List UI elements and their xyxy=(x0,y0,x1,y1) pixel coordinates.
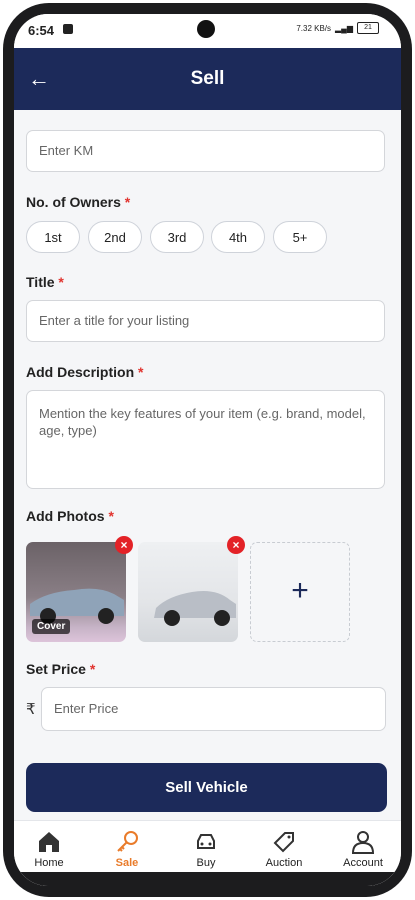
nav-item-buy[interactable]: Buy xyxy=(176,829,236,869)
km-input[interactable]: Enter KM xyxy=(26,130,385,172)
status-bar: 6:54 7.32 KB/s ▂▄▆ 21 xyxy=(14,14,401,48)
price-input[interactable]: Enter Price xyxy=(41,687,386,731)
owners-label-text: No. of Owners xyxy=(26,194,121,210)
camera-cutout xyxy=(197,20,215,38)
title-label-text: Title xyxy=(26,274,55,290)
owner-chip-3rd[interactable]: 3rd xyxy=(150,221,204,253)
required-mark: * xyxy=(124,194,131,210)
owner-chip-1st[interactable]: 1st xyxy=(26,221,80,253)
nav-item-sale[interactable]: Sale xyxy=(97,829,157,869)
description-textarea[interactable]: Mention the key features of your item (e… xyxy=(26,390,385,489)
nav-label: Account xyxy=(343,857,383,869)
price-label-text: Set Price xyxy=(26,661,86,677)
photo-thumbnail-1[interactable]: Cover xyxy=(26,542,126,642)
required-mark: * xyxy=(138,364,144,380)
nav-item-auction[interactable]: Auction xyxy=(254,829,314,869)
title-input[interactable]: Enter a title for your listing xyxy=(26,300,385,342)
add-photo-button[interactable]: + xyxy=(250,542,350,642)
owner-chip-5plus[interactable]: 5+ xyxy=(273,221,327,253)
device: 6:54 7.32 KB/s ▂▄▆ 21 ← Sell Enter KM No… xyxy=(0,0,415,900)
battery-icon: 21 xyxy=(357,22,379,34)
screen: 6:54 7.32 KB/s ▂▄▆ 21 ← Sell Enter KM No… xyxy=(14,14,401,886)
required-mark: * xyxy=(108,508,114,524)
title-label: Title * xyxy=(26,274,64,290)
car-icon xyxy=(197,834,215,849)
required-mark: * xyxy=(89,661,96,677)
status-time: 6:54 xyxy=(28,23,55,38)
nav-item-home[interactable]: Home xyxy=(19,829,79,869)
sell-vehicle-button[interactable]: Sell Vehicle xyxy=(26,763,387,812)
page-title: Sell xyxy=(190,68,225,89)
cover-badge: Cover xyxy=(32,619,71,634)
price-label: Set Price * xyxy=(26,661,95,677)
remove-photo-1-button[interactable]: × xyxy=(115,536,133,554)
system-nav-bar xyxy=(14,872,401,886)
nav-label: Home xyxy=(34,857,64,869)
nav-item-account[interactable]: Account xyxy=(333,829,393,869)
required-mark: * xyxy=(58,274,64,290)
signal-icon: ▂▄▆ xyxy=(335,23,353,33)
key-icon xyxy=(117,831,138,852)
description-label: Add Description * xyxy=(26,364,143,380)
photos-label: Add Photos * xyxy=(26,508,114,524)
car-photo-2 xyxy=(154,591,236,626)
photos-label-text: Add Photos xyxy=(26,508,105,524)
rupee-icon: ₹ xyxy=(26,701,36,718)
nav-label: Auction xyxy=(265,857,303,869)
owner-chip-4th[interactable]: 4th xyxy=(211,221,265,253)
remove-photo-2-button[interactable]: × xyxy=(227,536,245,554)
owner-chip-2nd[interactable]: 2nd xyxy=(88,221,142,253)
app-header: ← Sell xyxy=(14,48,401,110)
sell-form: Enter KM No. of Owners * 1st 2nd 3rd 4th… xyxy=(14,110,401,820)
tag-icon xyxy=(273,832,294,853)
description-label-text: Add Description xyxy=(26,364,135,380)
user-icon xyxy=(351,831,375,854)
status-icons: 7.32 KB/s ▂▄▆ 21 xyxy=(296,22,379,34)
home-icon xyxy=(39,832,59,852)
nav-label: Sale xyxy=(115,857,139,869)
network-speed: 7.32 KB/s xyxy=(296,23,332,33)
nav-label: Buy xyxy=(196,857,216,869)
photo-thumbnail-2[interactable] xyxy=(138,542,238,642)
notification-icon xyxy=(63,24,73,34)
owners-label: No. of Owners * xyxy=(26,194,130,210)
